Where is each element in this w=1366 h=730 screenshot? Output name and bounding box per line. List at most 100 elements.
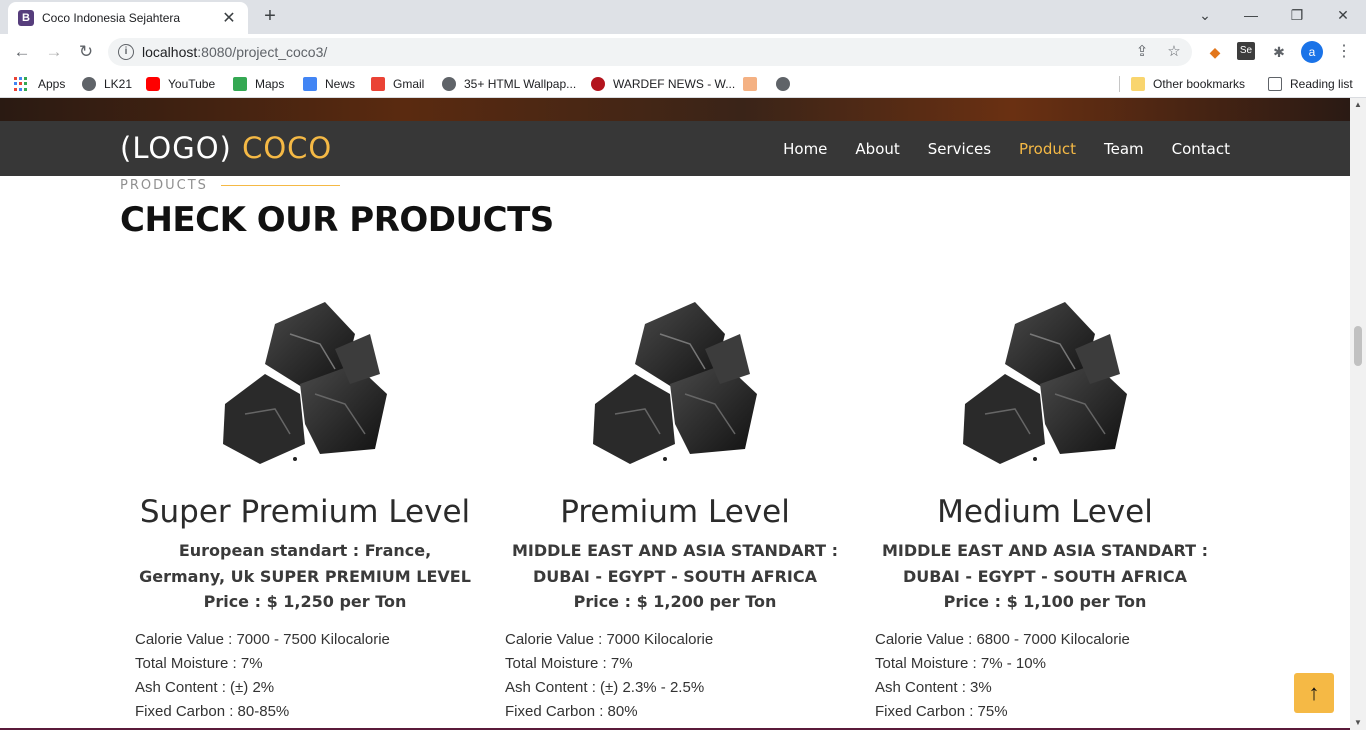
web-page: (LOGO) COCO Home About Services Product …: [0, 98, 1350, 730]
card-title: Medium Level: [937, 494, 1153, 530]
bookmark-unnamed-2[interactable]: [776, 75, 798, 93]
arrow-up-icon: ↑: [1308, 680, 1320, 705]
spec-moisture: Total Moisture : 7% - 10%: [875, 655, 1046, 672]
new-tab-button[interactable]: +: [258, 4, 282, 28]
card-price: Price : $ 1,200 per Ton: [573, 592, 777, 611]
bookmark-star-icon[interactable]: ☆: [1164, 42, 1184, 62]
close-tab-icon[interactable]: ✕: [220, 8, 238, 28]
card-specs: Calorie Value : 7000 - 7500 Kilocalorie …: [120, 628, 490, 724]
back-button[interactable]: ←: [10, 40, 34, 64]
nav-team[interactable]: Team: [1104, 140, 1144, 158]
bookmark-label: 35+ HTML Wallpap...: [464, 77, 577, 91]
tab-search-icon[interactable]: ⌄: [1182, 4, 1228, 26]
product-card: Premium Level MIDDLE EAST AND ASIA STAND…: [490, 294, 860, 724]
card-title: Super Premium Level: [139, 494, 471, 530]
menu-kebab-icon[interactable]: ⋮: [1334, 42, 1354, 62]
spec-calorie: Calorie Value : 7000 Kilocalorie: [505, 631, 714, 648]
forward-button[interactable]: →: [42, 40, 66, 64]
site-logo[interactable]: (LOGO) COCO: [120, 131, 332, 165]
bookmark-label: Maps: [255, 77, 285, 91]
reading-list-icon: [1268, 77, 1282, 91]
bookmarks-divider: [1119, 76, 1120, 92]
share-icon[interactable]: ⇪: [1132, 42, 1152, 62]
page-scrollbar[interactable]: ▲ ▼: [1350, 98, 1366, 730]
bookmarks-bar: Apps LK21 YouTube Maps News Gmail 35+ HT…: [0, 70, 1366, 98]
card-price: Price : $ 1,250 per Ton: [203, 592, 407, 611]
card-title: Premium Level: [560, 494, 790, 530]
spec-ash: Ash Content : 3%: [875, 679, 992, 696]
address-bar[interactable]: i localhost:8080/project_coco3/ ⇪ ☆: [108, 38, 1192, 66]
globe-icon: [776, 77, 790, 91]
wardef-icon: [591, 77, 605, 91]
card-price: Price : $ 1,100 per Ton: [943, 592, 1147, 611]
nav-contact[interactable]: Contact: [1172, 140, 1230, 158]
reading-list-button[interactable]: Reading list: [1268, 75, 1353, 93]
bookmark-news[interactable]: News: [303, 75, 355, 93]
spec-moisture: Total Moisture : 7%: [505, 655, 633, 672]
close-window-button[interactable]: ✕: [1320, 4, 1366, 26]
hero-background-strip: [0, 98, 1350, 121]
selenium-extension-icon[interactable]: Se: [1237, 42, 1255, 60]
charcoal-image: [205, 294, 405, 470]
url-text[interactable]: localhost:8080/project_coco3/: [142, 44, 327, 60]
bookmark-label: News: [325, 77, 356, 91]
site-info-icon[interactable]: i: [118, 44, 134, 60]
spec-moisture: Total Moisture : 7%: [135, 655, 263, 672]
card-standard: European standart : France, Germany, Uk …: [139, 541, 471, 586]
kicker-divider: [221, 185, 340, 186]
maps-icon: [233, 77, 247, 91]
card-specs: Calorie Value : 7000 Kilocalorie Total M…: [490, 628, 860, 724]
bookmark-other-bookmarks[interactable]: Other bookmarks: [1131, 75, 1245, 93]
charcoal-image: [945, 294, 1145, 470]
bookmark-unnamed-1[interactable]: [743, 75, 765, 93]
bookmark-gmail[interactable]: Gmail: [371, 75, 424, 93]
apps-grid-icon: [14, 77, 28, 91]
bookmark-html-wallpapers[interactable]: 35+ HTML Wallpap...: [442, 75, 576, 93]
bookmark-maps[interactable]: Maps: [233, 75, 284, 93]
bookmark-label: YouTube: [168, 77, 216, 91]
site-menu: Home About Services Product Team Contact: [783, 121, 1230, 176]
site-navbar: (LOGO) COCO Home About Services Product …: [0, 121, 1350, 176]
bookmark-lk21[interactable]: LK21: [82, 75, 132, 93]
url-host: localhost: [142, 44, 198, 60]
charcoal-illustration: [223, 302, 387, 464]
scrollbar-thumb[interactable]: [1354, 326, 1362, 366]
gmail-icon: [371, 77, 385, 91]
spec-calorie: Calorie Value : 7000 - 7500 Kilocalorie: [135, 631, 390, 648]
charcoal-illustration: [963, 302, 1127, 464]
minimize-button[interactable]: —: [1228, 4, 1274, 26]
section-title: CHECK OUR PRODUCTS: [120, 200, 554, 240]
spec-ash: Ash Content : (±) 2.3% - 2.5%: [505, 679, 705, 696]
folder-image-icon: [743, 77, 757, 91]
bookmark-label: LK21: [104, 77, 133, 91]
metamask-extension-icon[interactable]: ◆: [1205, 42, 1225, 62]
spec-carbon: Fixed Carbon : 80%: [505, 703, 638, 720]
tab-title: Coco Indonesia Sejahtera: [42, 11, 181, 25]
bookmark-label: Apps: [38, 77, 66, 91]
nav-home[interactable]: Home: [783, 140, 827, 158]
spec-carbon: Fixed Carbon : 80-85%: [135, 703, 290, 720]
nav-product[interactable]: Product: [1019, 140, 1076, 158]
reading-list-label: Reading list: [1290, 77, 1353, 91]
bookmark-apps[interactable]: Apps: [14, 75, 65, 93]
card-specs: Calorie Value : 6800 - 7000 Kilocalorie …: [860, 628, 1230, 724]
youtube-icon: [146, 77, 160, 91]
nav-services[interactable]: Services: [928, 140, 991, 158]
logo-prefix: (LOGO): [120, 131, 232, 165]
profile-avatar[interactable]: a: [1301, 41, 1323, 63]
section-kicker: PRODUCTS: [120, 178, 208, 193]
restore-button[interactable]: ❐: [1274, 4, 1320, 26]
browser-tab[interactable]: B Coco Indonesia Sejahtera ✕: [8, 2, 248, 34]
bookmark-wardef-news[interactable]: WARDEF NEWS - W...: [591, 75, 735, 93]
extensions-puzzle-icon[interactable]: ✱: [1269, 42, 1289, 62]
nav-about[interactable]: About: [855, 140, 899, 158]
scroll-down-arrow-icon[interactable]: ▼: [1350, 716, 1366, 730]
spec-calorie: Calorie Value : 6800 - 7000 Kilocalorie: [875, 631, 1130, 648]
bootstrap-favicon-icon: B: [18, 10, 34, 26]
bookmark-label: WARDEF NEWS - W...: [613, 77, 736, 91]
spec-ash: Ash Content : (±) 2%: [135, 679, 275, 696]
back-to-top-button[interactable]: ↑: [1294, 673, 1334, 713]
scroll-up-arrow-icon[interactable]: ▲: [1350, 98, 1366, 112]
bookmark-youtube[interactable]: YouTube: [146, 75, 215, 93]
reload-button[interactable]: ↻: [74, 40, 98, 64]
